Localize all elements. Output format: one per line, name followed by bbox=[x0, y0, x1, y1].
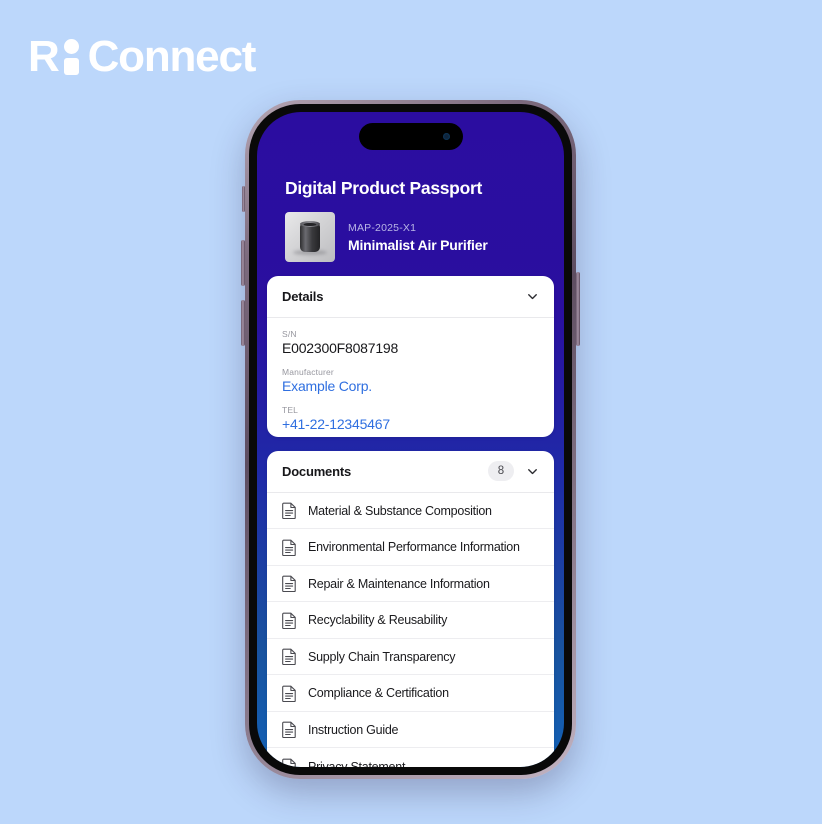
chevron-down-icon[interactable] bbox=[526, 465, 539, 478]
phone-bezel: Digital Product Passport MAP-2025-X1 Min… bbox=[249, 104, 572, 775]
brand-logo: R Connect bbox=[28, 30, 257, 84]
document-icon bbox=[282, 612, 297, 629]
document-icon bbox=[282, 502, 297, 520]
silent-switch[interactable] bbox=[242, 186, 245, 212]
volume-up-button[interactable] bbox=[241, 240, 245, 286]
dynamic-island bbox=[358, 123, 463, 150]
documents-count-badge: 8 bbox=[488, 461, 514, 482]
list-item[interactable]: Material & Substance Composition bbox=[267, 493, 554, 530]
field-label: Manufacturer bbox=[282, 367, 334, 377]
volume-down-button[interactable] bbox=[241, 300, 245, 346]
colon-mark-icon bbox=[63, 39, 79, 75]
field-manufacturer: Manufacturer Example Corp. bbox=[282, 367, 539, 394]
brand-logo-prefix: R bbox=[28, 32, 60, 81]
document-label: Recyclability & Reusability bbox=[308, 613, 448, 628]
phone-screen: Digital Product Passport MAP-2025-X1 Min… bbox=[257, 112, 564, 767]
power-button[interactable] bbox=[576, 272, 580, 346]
list-item[interactable]: Instruction Guide bbox=[267, 712, 554, 749]
list-item[interactable]: Recyclability & Reusability bbox=[267, 602, 554, 639]
product-name: Minimalist Air Purifier bbox=[348, 236, 488, 253]
document-icon bbox=[282, 721, 297, 739]
list-item[interactable]: Repair & Maintenance Information bbox=[267, 566, 554, 603]
product-summary: MAP-2025-X1 Minimalist Air Purifier bbox=[285, 212, 554, 262]
document-icon bbox=[282, 648, 297, 666]
field-value: E002300F8087198 bbox=[282, 340, 399, 356]
field-label: S/N bbox=[282, 329, 297, 339]
details-card-body: S/N E002300F8087198 Manufacturer Example… bbox=[267, 318, 554, 437]
field-telephone: TEL +41-22-12345467 bbox=[282, 405, 539, 432]
chevron-down-icon[interactable] bbox=[526, 290, 539, 303]
list-item[interactable]: Environmental Performance Information bbox=[267, 529, 554, 566]
details-card-header[interactable]: Details bbox=[267, 276, 554, 318]
product-code: MAP-2025-X1 bbox=[348, 221, 417, 234]
document-label: Environmental Performance Information bbox=[308, 540, 520, 555]
document-icon bbox=[282, 685, 297, 702]
documents-card-title: Documents bbox=[282, 463, 351, 479]
field-serial-number: S/N E002300F8087198 bbox=[282, 329, 539, 356]
document-label: Supply Chain Transparency bbox=[308, 649, 456, 664]
document-label: Compliance & Certification bbox=[308, 686, 449, 701]
brand-logo-word: Connect bbox=[87, 32, 257, 81]
document-icon bbox=[282, 758, 297, 767]
document-label: Repair & Maintenance Information bbox=[308, 576, 490, 591]
list-item[interactable]: Privacy Statement bbox=[267, 748, 554, 767]
details-card-title: Details bbox=[282, 289, 324, 304]
list-item[interactable]: Supply Chain Transparency bbox=[267, 639, 554, 676]
document-label: Privacy Statement bbox=[308, 759, 406, 767]
app-content: Digital Product Passport MAP-2025-X1 Min… bbox=[257, 112, 564, 767]
air-purifier-thumbnail bbox=[285, 212, 335, 262]
document-label: Instruction Guide bbox=[308, 722, 399, 737]
documents-card-header[interactable]: Documents 8 bbox=[267, 451, 554, 493]
documents-card: Documents 8 Material & Substance Composi… bbox=[267, 450, 554, 767]
details-card: Details S/N E002300F8087198 Manufacturer… bbox=[267, 276, 554, 437]
manufacturer-link[interactable]: Example Corp. bbox=[282, 378, 539, 394]
document-label: Material & Substance Composition bbox=[308, 503, 492, 518]
field-label: TEL bbox=[282, 405, 299, 415]
telephone-link[interactable]: +41-22-12345467 bbox=[282, 416, 539, 432]
document-icon bbox=[282, 539, 297, 556]
documents-list: Material & Substance Composition Environ… bbox=[267, 493, 554, 767]
front-camera-icon bbox=[442, 133, 450, 140]
document-icon bbox=[282, 575, 297, 593]
product-text: MAP-2025-X1 Minimalist Air Purifier bbox=[348, 222, 488, 253]
list-item[interactable]: Compliance & Certification bbox=[267, 675, 554, 712]
phone-mockup: Digital Product Passport MAP-2025-X1 Min… bbox=[241, 100, 580, 779]
page-title: Digital Product Passport bbox=[285, 178, 482, 198]
